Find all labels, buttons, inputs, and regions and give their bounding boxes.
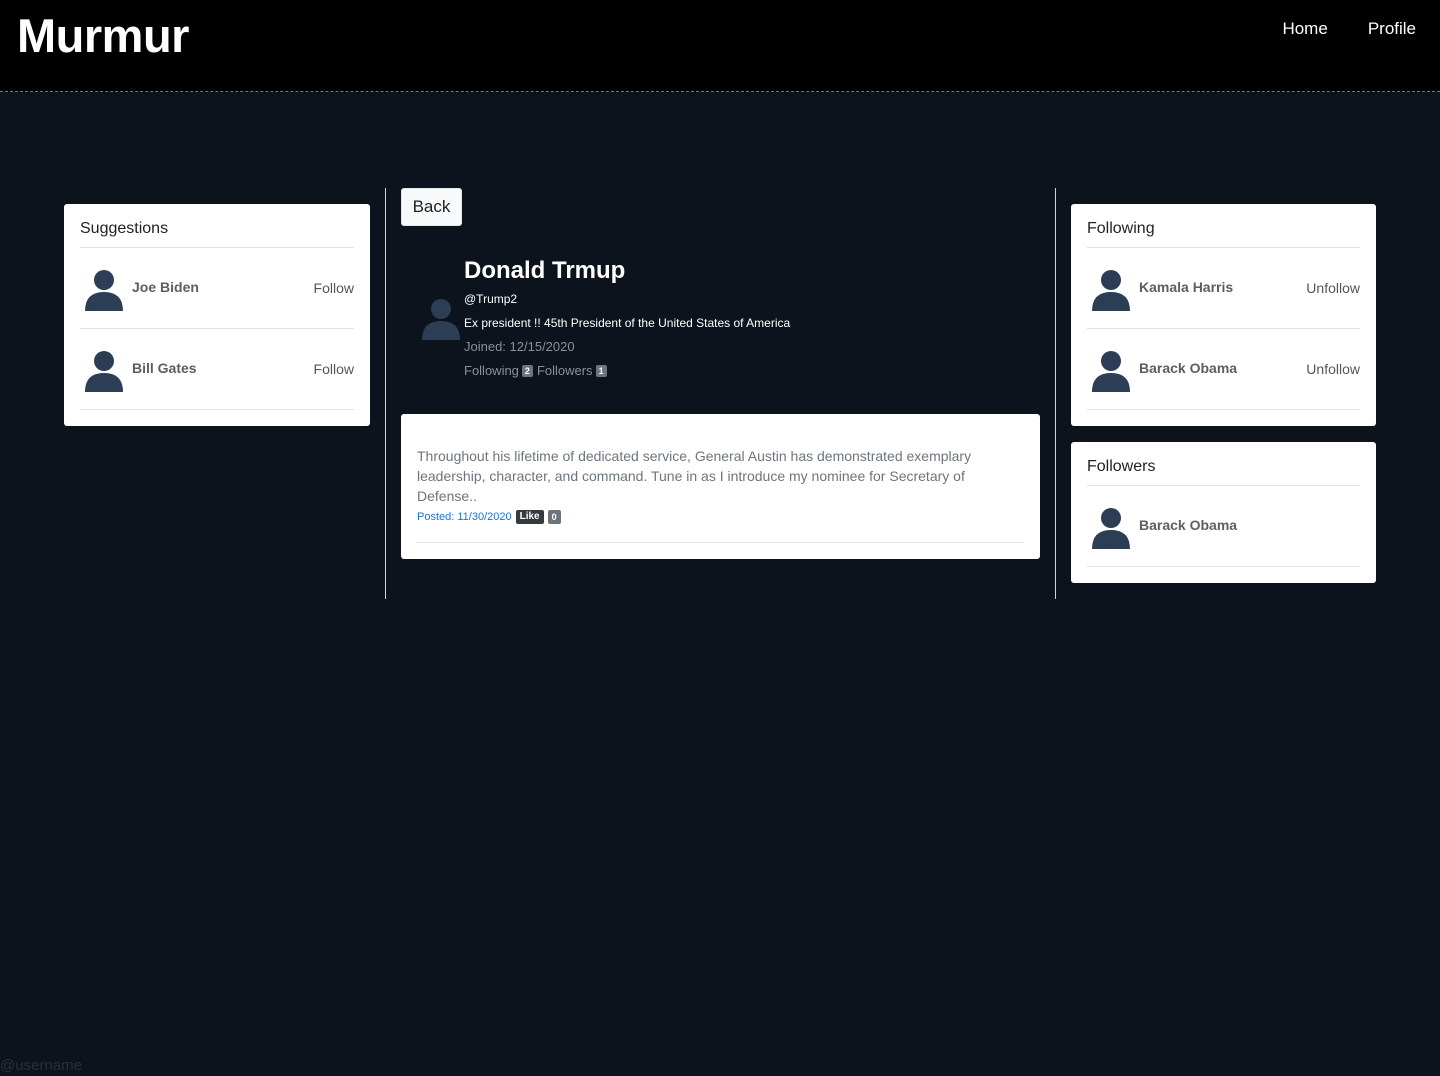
profile-bio: Ex president !! 45th President of the Un…	[464, 316, 791, 330]
nav-links: Home Profile	[1282, 19, 1416, 39]
like-count-badge: 0	[547, 510, 561, 524]
profile-name: Donald Trmup	[464, 257, 626, 284]
divider	[80, 409, 354, 410]
nav-home-link[interactable]: Home	[1282, 19, 1327, 39]
unfollow-button[interactable]: Unfollow	[1306, 280, 1360, 296]
following-card: Following Kamala Harris Unfollow Barack …	[1071, 204, 1376, 426]
follow-button[interactable]: Follow	[314, 280, 354, 296]
followers-label[interactable]: Followers	[537, 363, 593, 378]
nav-profile-link[interactable]: Profile	[1368, 19, 1416, 39]
avatar-icon	[1091, 269, 1131, 311]
profile-joined-date: Joined: 12/15/2020	[464, 339, 575, 354]
avatar-icon	[1091, 507, 1131, 549]
following-user-name[interactable]: Barack Obama	[1139, 360, 1237, 376]
following-item: Kamala Harris Unfollow	[1087, 248, 1360, 328]
suggestion-item: Bill Gates Follow	[80, 329, 354, 409]
divider	[1087, 409, 1360, 410]
avatar-icon	[84, 269, 124, 311]
suggestion-item: Joe Biden Follow	[80, 248, 354, 328]
profile-avatar-icon	[421, 298, 461, 340]
followers-count-badge: 1	[595, 364, 607, 377]
avatar-icon	[1091, 350, 1131, 392]
following-item: Barack Obama Unfollow	[1087, 329, 1360, 409]
follower-user-name[interactable]: Barack Obama	[1139, 517, 1237, 533]
follower-item: Barack Obama	[1087, 486, 1360, 566]
post-text: Throughout his lifetime of dedicated ser…	[417, 448, 972, 504]
suggestions-card: Suggestions Joe Biden Follow Bill Gates …	[64, 204, 370, 426]
suggestion-user-name[interactable]: Joe Biden	[132, 279, 199, 295]
unfollow-button[interactable]: Unfollow	[1306, 361, 1360, 377]
divider	[1087, 566, 1360, 567]
following-title: Following	[1087, 220, 1155, 237]
following-user-name[interactable]: Kamala Harris	[1139, 279, 1233, 295]
column-divider-left	[385, 188, 386, 599]
suggestion-user-name[interactable]: Bill Gates	[132, 360, 197, 376]
brand-logo[interactable]: Murmur	[17, 8, 189, 63]
top-navbar: Murmur Home Profile	[0, 0, 1440, 92]
username-placeholder: @username	[0, 1057, 82, 1074]
like-button[interactable]: Like	[515, 510, 544, 524]
following-label[interactable]: Following	[464, 363, 519, 378]
following-count-badge: 2	[521, 364, 533, 377]
follow-button[interactable]: Follow	[314, 361, 354, 377]
post-meta: Posted: 11/30/2020 Like 0	[417, 510, 561, 524]
post-card: Throughout his lifetime of dedicated ser…	[401, 414, 1040, 559]
avatar-icon	[84, 350, 124, 392]
post-date: Posted: 11/30/2020	[417, 511, 512, 523]
back-button[interactable]: Back	[401, 188, 462, 226]
followers-card: Followers Barack Obama	[1071, 442, 1376, 583]
followers-title: Followers	[1087, 458, 1156, 475]
profile-handle: @Trump2	[464, 292, 518, 306]
suggestions-title: Suggestions	[80, 220, 169, 237]
profile-stats: Following 2 Followers 1	[464, 363, 611, 378]
divider	[417, 542, 1024, 543]
column-divider-right	[1055, 188, 1056, 599]
